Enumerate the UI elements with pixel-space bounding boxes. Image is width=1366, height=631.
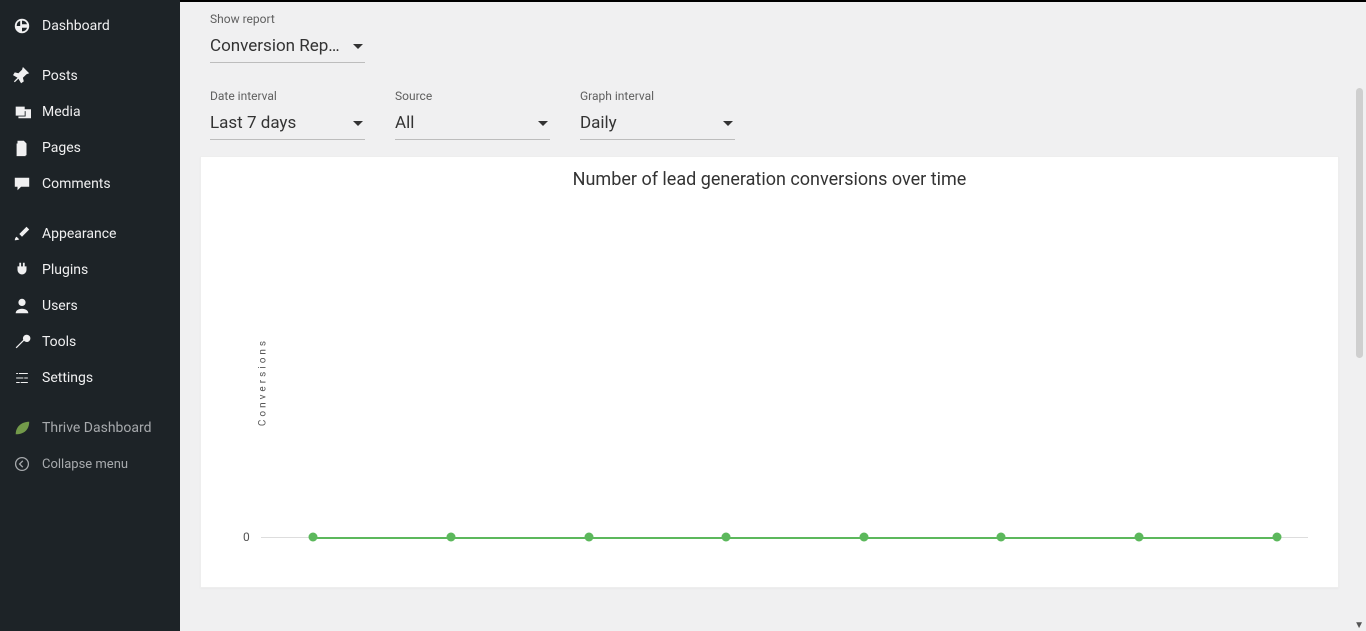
sidebar-item-settings[interactable]: Settings xyxy=(0,360,180,396)
chart-point xyxy=(997,533,1006,542)
graph-interval-select[interactable]: Daily xyxy=(580,109,735,140)
sidebar-item-tools[interactable]: Tools xyxy=(0,324,180,360)
source-value: All xyxy=(395,113,414,133)
sidebar-item-thrive-dashboard[interactable]: Thrive Dashboard xyxy=(0,410,180,446)
chart-body: Conversions 0 xyxy=(221,197,1318,567)
admin-sidebar: Dashboard Posts Media Pages Commen xyxy=(0,0,180,631)
leaf-icon xyxy=(12,418,32,438)
chart-point xyxy=(309,533,318,542)
sidebar-item-comments[interactable]: Comments xyxy=(0,166,180,202)
chart-title: Number of lead generation conversions ov… xyxy=(201,157,1338,190)
sidebar-label: Pages xyxy=(42,140,81,156)
date-interval-value: Last 7 days xyxy=(210,113,296,133)
sidebar-label: Thrive Dashboard xyxy=(42,420,152,436)
source-select[interactable]: All xyxy=(395,109,550,140)
chart-point xyxy=(1272,533,1281,542)
sidebar-item-posts[interactable]: Posts xyxy=(0,58,180,94)
pin-icon xyxy=(12,66,32,86)
sidebar-item-dashboard[interactable]: Dashboard xyxy=(0,8,180,44)
main-content: Show report Conversion Rep… Date interva… xyxy=(180,0,1366,631)
scroll-down-arrow[interactable]: ▼ xyxy=(1354,620,1364,631)
wrench-icon xyxy=(12,332,32,352)
collapse-icon xyxy=(12,454,32,474)
sidebar-label: Tools xyxy=(42,334,76,350)
sidebar-label: Users xyxy=(42,298,78,314)
sidebar-item-collapse-menu[interactable]: Collapse menu xyxy=(0,446,180,482)
show-report-label: Show report xyxy=(210,12,1336,26)
dashboard-icon xyxy=(12,16,32,36)
sidebar-item-media[interactable]: Media xyxy=(0,94,180,130)
caret-down-icon xyxy=(538,121,548,126)
chart-card: Number of lead generation conversions ov… xyxy=(200,156,1339,588)
chart-ytick: 0 xyxy=(243,530,250,544)
show-report-value: Conversion Rep… xyxy=(210,36,340,56)
chart-point xyxy=(722,533,731,542)
chart-plot xyxy=(261,207,1308,537)
show-report-select[interactable]: Conversion Rep… xyxy=(210,32,365,63)
date-interval-select[interactable]: Last 7 days xyxy=(210,109,365,140)
scrollbar-thumb[interactable] xyxy=(1356,88,1363,358)
sidebar-item-pages[interactable]: Pages xyxy=(0,130,180,166)
plug-icon xyxy=(12,260,32,280)
caret-down-icon xyxy=(353,121,363,126)
chart-point xyxy=(1134,533,1143,542)
chart-point xyxy=(584,533,593,542)
sidebar-label: Dashboard xyxy=(42,18,110,34)
sidebar-label: Comments xyxy=(42,176,111,192)
media-icon xyxy=(12,102,32,122)
sliders-icon xyxy=(12,368,32,388)
date-interval-label: Date interval xyxy=(210,89,365,103)
caret-down-icon xyxy=(723,121,733,126)
chart-point xyxy=(446,533,455,542)
sidebar-label: Appearance xyxy=(42,226,116,242)
sidebar-label: Media xyxy=(42,104,81,120)
sidebar-label: Settings xyxy=(42,370,93,386)
comment-icon xyxy=(12,174,32,194)
caret-down-icon xyxy=(353,44,363,49)
graph-interval-value: Daily xyxy=(580,113,617,133)
sidebar-label: Plugins xyxy=(42,262,88,278)
sidebar-item-users[interactable]: Users xyxy=(0,288,180,324)
chart-series-line xyxy=(313,537,1276,539)
user-icon xyxy=(12,296,32,316)
pages-icon xyxy=(12,138,32,158)
sidebar-item-appearance[interactable]: Appearance xyxy=(0,216,180,252)
source-label: Source xyxy=(395,89,550,103)
sidebar-label: Collapse menu xyxy=(42,457,128,472)
brush-icon xyxy=(12,224,32,244)
chart-point xyxy=(859,533,868,542)
sidebar-item-plugins[interactable]: Plugins xyxy=(0,252,180,288)
graph-interval-label: Graph interval xyxy=(580,89,735,103)
sidebar-label: Posts xyxy=(42,68,78,84)
